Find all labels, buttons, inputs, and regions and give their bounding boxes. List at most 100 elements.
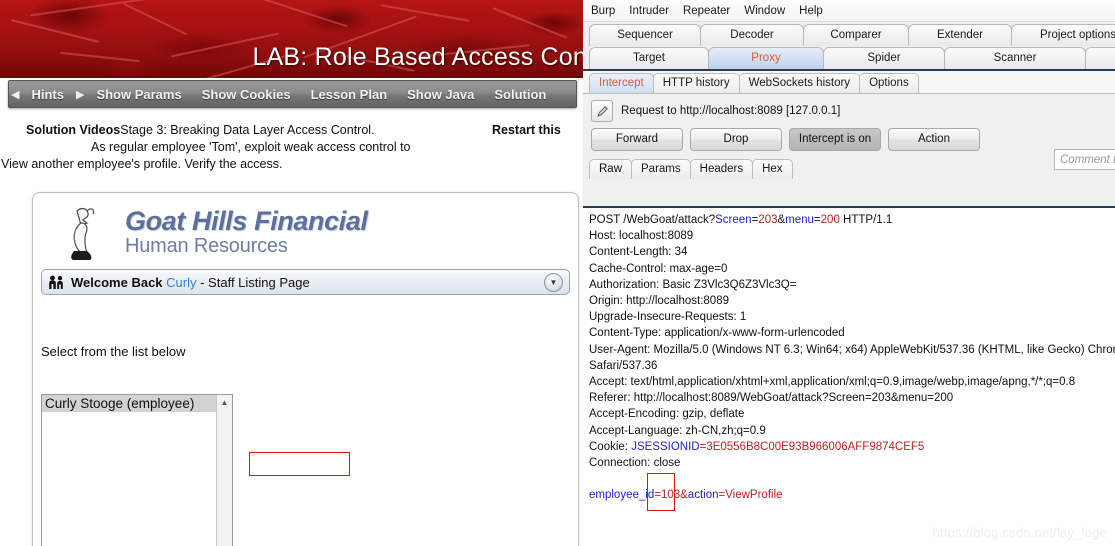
burp-top-tabs-row-2: Target Proxy Spider Scanner Intruder — [583, 45, 1115, 69]
tab-proxy[interactable]: Proxy — [708, 47, 824, 69]
header-referer: Referer: http://localhost:8089/WebGoat/a… — [589, 392, 954, 405]
burp-suite-window: Burp Intruder Repeater Window Help Seque… — [583, 0, 1115, 546]
webgoat-banner: LAB: Role Based Access Con — [0, 0, 583, 78]
tab-scanner[interactable]: Scanner — [944, 47, 1086, 69]
header-accept-encoding: Accept-Encoding: gzip, deflate — [589, 408, 745, 421]
tab-target[interactable]: Target — [589, 47, 709, 69]
cookie-value: 3E0556B8C00E93B966006AFF9874CEF5 — [706, 440, 925, 453]
listbox-scrollbar[interactable]: ▲ — [216, 395, 232, 546]
screenshot-root: LAB: Role Based Access Con ◀ Hints ▶ Sho… — [0, 0, 1115, 546]
subtab-websockets-history[interactable]: WebSockets history — [738, 73, 861, 93]
staff-listbox[interactable]: Curly Stooge (employee) ▲ — [41, 394, 233, 546]
tab-intruder[interactable]: Intruder — [1085, 47, 1115, 69]
raw-request-editor[interactable]: POST /WebGoat/attack?Screen=203&menu=200… — [583, 206, 1115, 546]
goat-hills-app-card: Goat Hills Financial Human Resources Wel… — [32, 192, 579, 546]
brand-titles: Goat Hills Financial Human Resources — [125, 207, 368, 257]
menu-item-help[interactable]: Help — [799, 5, 823, 17]
pencil-icon[interactable] — [591, 100, 613, 122]
request-body: employee_id=103&action=ViewProfile — [589, 487, 1115, 503]
viewtab-headers[interactable]: Headers — [689, 159, 754, 179]
tab-sequencer[interactable]: Sequencer — [589, 24, 701, 46]
param-menu-key: menu — [785, 214, 814, 226]
body-param-employee-id-key: employee_id — [589, 489, 655, 502]
header-origin: Origin: http://localhost:8089 — [589, 295, 729, 308]
request-method-path: POST /WebGoat/attack? — [589, 214, 716, 226]
nav-item-solution[interactable]: Solution — [484, 87, 556, 102]
intercept-toggle-button[interactable]: Intercept is on — [789, 128, 881, 151]
nav-item-show-cookies[interactable]: Show Cookies — [192, 87, 301, 102]
cookie-key: JSESSIONID — [631, 440, 700, 453]
burp-menu-bar: Burp Intruder Repeater Window Help — [583, 0, 1115, 22]
header-connection: Connection: close — [589, 457, 681, 470]
tab-comparer[interactable]: Comparer — [803, 24, 909, 46]
tab-decoder[interactable]: Decoder — [700, 24, 804, 46]
welcome-bar: Welcome Back Curly - Staff Listing Page … — [41, 269, 570, 295]
chevron-down-icon[interactable]: ▼ — [544, 273, 563, 292]
webgoat-browser-pane: LAB: Role Based Access Con ◀ Hints ▶ Sho… — [0, 0, 583, 546]
brand-line-2: Human Resources — [125, 235, 288, 257]
menu-item-intruder[interactable]: Intruder — [629, 5, 669, 17]
restart-lesson-link[interactable]: Restart this — [492, 122, 561, 139]
tab-extender[interactable]: Extender — [908, 24, 1012, 46]
viewtab-raw[interactable]: Raw — [589, 159, 633, 179]
prev-arrow-icon[interactable]: ◀ — [9, 88, 21, 101]
welcome-text: Welcome Back Curly - Staff Listing Page — [71, 275, 310, 290]
param-screen-key: Screen — [715, 214, 752, 226]
menu-item-burp[interactable]: Burp — [591, 5, 615, 17]
body-eq-1: = — [654, 489, 661, 502]
menu-item-repeater[interactable]: Repeater — [683, 5, 730, 17]
nav-item-show-java[interactable]: Show Java — [397, 87, 484, 102]
header-authorization: Authorization: Basic Z3Vlc3Q6Z3Vlc3Q= — [589, 278, 797, 291]
lesson-line-2: As regular employee 'Tom', exploit weak … — [91, 140, 411, 154]
proxy-sub-tabs: Intercept HTTP history WebSockets histor… — [583, 71, 1115, 93]
drop-button[interactable]: Drop — [690, 128, 782, 151]
header-accept: Accept: text/html,application/xhtml+xml,… — [589, 376, 1076, 389]
body-param-employee-id-value: 103 — [660, 489, 681, 502]
people-icon — [49, 275, 63, 289]
comment-input[interactable]: Comment t — [1054, 149, 1115, 170]
solution-videos-link[interactable]: Solution Videos — [26, 123, 120, 137]
forward-button[interactable]: Forward — [591, 128, 683, 151]
welcome-username: Curly — [166, 274, 197, 290]
brand-line-1: Goat Hills Financial — [125, 206, 368, 236]
nav-item-lesson-plan[interactable]: Lesson Plan — [301, 87, 398, 102]
request-line: POST /WebGoat/attack?Screen=203&menu=200… — [589, 214, 893, 226]
tab-project-options[interactable]: Project options — [1011, 24, 1115, 46]
viewtab-hex[interactable]: Hex — [752, 159, 793, 179]
param-menu-value: 200 — [820, 214, 840, 226]
action-button[interactable]: Action — [888, 128, 980, 151]
header-cache-control: Cache-Control: max-age=0 — [589, 262, 728, 275]
message-view-tabs: Raw Params Headers Hex — [583, 155, 1115, 179]
viewtab-params[interactable]: Params — [631, 159, 691, 179]
welcome-prefix: Welcome Back — [71, 274, 163, 290]
goat-logo-icon — [57, 205, 113, 263]
header-upgrade-insecure-requests: Upgrade-Insecure-Requests: 1 — [589, 311, 747, 324]
header-host: Host: localhost:8089 — [589, 230, 694, 243]
burp-top-tabs-row-1: Sequencer Decoder Comparer Extender Proj… — [583, 22, 1115, 46]
lesson-stage-title: Stage 3: Breaking Data Layer Access Cont… — [120, 123, 375, 137]
body-param-action-key: action — [687, 489, 719, 502]
subtab-http-history[interactable]: HTTP history — [652, 73, 740, 93]
header-user-agent: User-Agent: Mozilla/5.0 (Windows NT 6.3;… — [589, 343, 1115, 356]
nav-item-hints[interactable]: Hints — [21, 87, 74, 102]
subtab-intercept[interactable]: Intercept — [589, 73, 654, 93]
menu-item-window[interactable]: Window — [744, 5, 785, 17]
lesson-line-3: View another employee's profile. Verify … — [1, 157, 283, 171]
comment-placeholder-text: Comment t — [1060, 153, 1115, 166]
header-cookie: Cookie: JSESSIONID=3E0556B8C00E93B966006… — [589, 439, 1115, 455]
request-target-label: Request to http://localhost:8089 [127.0.… — [621, 105, 841, 117]
subtab-options[interactable]: Options — [859, 73, 919, 93]
list-item[interactable]: Curly Stooge (employee) — [42, 395, 232, 412]
nav-item-show-params[interactable]: Show Params — [86, 87, 191, 102]
tab-spider[interactable]: Spider — [823, 47, 945, 69]
request-info-bar: Request to http://localhost:8089 [127.0.… — [583, 94, 1115, 124]
param-screen-value: 203 — [758, 214, 778, 226]
scroll-up-icon[interactable]: ▲ — [217, 395, 232, 409]
webgoat-nav-bar: ◀ Hints ▶ Show Params Show Cookies Lesso… — [8, 80, 577, 108]
watermark-text: https://blog.csdn.net/lay_loge — [932, 525, 1107, 540]
next-arrow-icon[interactable]: ▶ — [74, 88, 86, 101]
lab-title: LAB: Role Based Access Con — [252, 43, 583, 71]
body-separator — [589, 471, 1115, 487]
body-param-action-value: ViewProfile — [725, 489, 783, 502]
header-content-length: Content-Length: 34 — [589, 246, 688, 259]
